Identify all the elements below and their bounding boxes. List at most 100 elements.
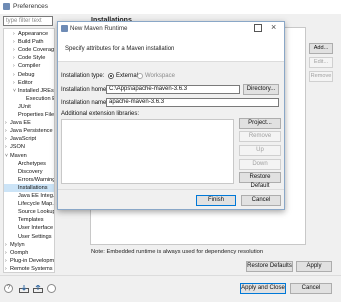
installation-home-label: Installation home: [61, 87, 109, 93]
filter-input[interactable]: type filter text [3, 16, 53, 26]
tree-item[interactable]: Installations [4, 183, 54, 192]
new-maven-runtime-dialog: New Maven Runtime × Specify attributes f… [57, 21, 285, 210]
tree-item-label: Compiler [18, 63, 41, 70]
close-icon[interactable]: × [271, 22, 276, 32]
extension-libraries-list[interactable] [61, 119, 234, 184]
tree-item[interactable]: Source Lookup [4, 208, 54, 216]
tree-item-label: Debug [18, 71, 35, 78]
edit-button[interactable]: Edit... [309, 57, 333, 68]
tree-item-label: Lifecycle Map. [18, 201, 54, 208]
tree-item[interactable]: Archetypes [4, 160, 54, 168]
dialog-separator [58, 189, 284, 190]
maximize-icon[interactable] [254, 24, 262, 32]
dialog-cancel-button[interactable]: Cancel [241, 195, 281, 206]
tree-item-label: Errors/Warnings [18, 176, 55, 183]
dialog-description: Specify attributes for a Maven installat… [65, 46, 175, 52]
tree-item-label: Appearance [18, 31, 49, 37]
apply-button[interactable]: Apply [296, 261, 332, 272]
tree-item-label: Source Lookup [18, 209, 55, 216]
tree-item[interactable]: › Oomph [4, 249, 54, 257]
preferences-tree[interactable]: › Appearance › Build Path › Code Coverage › Cod… [3, 28, 55, 273]
embedded-runtime-note: Note: Embedded runtime is always used fo… [91, 249, 264, 255]
project-button[interactable]: Project... [239, 118, 281, 129]
up-button[interactable]: Up [239, 145, 281, 156]
directory-button[interactable]: Directory... [243, 84, 279, 95]
dialog-description-area: Specify attributes for a Maven installat… [58, 36, 284, 62]
restore-default-button[interactable]: Restore Default [239, 172, 281, 189]
tree-item[interactable]: › JavaScript [4, 135, 54, 143]
workspace-radio[interactable] [137, 73, 143, 79]
tree-item[interactable]: › Mylyn [4, 241, 54, 249]
tree-item-label: JavaScript [10, 136, 37, 143]
tree-item-label: Build Path [18, 39, 44, 46]
tree-item[interactable]: › Remote Systems [4, 265, 54, 272]
tree-item-label: User Interface [18, 225, 54, 232]
installation-type-label: Installation type: [61, 73, 105, 79]
tree-item[interactable]: › Code Coverage [4, 46, 54, 54]
tree-item[interactable]: JUnit [4, 103, 54, 111]
footer-cancel-button[interactable]: Cancel [290, 283, 332, 294]
installation-name-field[interactable]: apache-maven-3.6.3 [106, 98, 279, 107]
tree-item-label: Plug-in Development [10, 257, 55, 264]
tree-item-label: Remote Systems [10, 265, 53, 272]
bottom-bar: ? Apply and Close Cancel [0, 275, 341, 302]
extension-libraries-label: Additional extension libraries: [61, 111, 140, 117]
tree-item-label: User Settings [18, 233, 52, 240]
tree-item-label: Discovery [18, 168, 43, 175]
workspace-label: Workspace [145, 73, 175, 79]
installation-name-label: Installation name: [61, 100, 109, 106]
tree-item-label: Java Persistence [10, 128, 53, 135]
tree-item[interactable]: › Java EE [4, 119, 54, 127]
tree-item-label: Execution Env [26, 95, 54, 102]
external-radio[interactable] [108, 73, 114, 79]
tree-item[interactable]: › Java Persistence [4, 127, 54, 135]
dialog-app-icon [61, 25, 68, 32]
apply-and-close-button[interactable]: Apply and Close [240, 283, 286, 294]
tree-item[interactable]: Templates [4, 216, 54, 224]
tree-item[interactable]: Execution Env [4, 95, 54, 103]
tree-item[interactable]: › JSON [4, 143, 54, 151]
tree-item[interactable]: ›Plug-in Development [4, 257, 54, 265]
tree-item-label: JUnit [18, 103, 31, 110]
preferences-app-icon [3, 3, 10, 10]
tree-item[interactable]: ˅ Maven [4, 152, 54, 160]
tree-item-label: Templates [18, 217, 44, 224]
tree-item[interactable]: Properties Files [4, 111, 54, 119]
tree-item[interactable]: ˅ Installed JREs [4, 87, 54, 95]
library-remove-button[interactable]: Remove [239, 131, 281, 142]
dialog-title-bar: New Maven Runtime × [58, 22, 284, 36]
tree-item[interactable]: › Debug [4, 71, 54, 79]
tree-item[interactable]: › Build Path [4, 38, 54, 46]
tree-item-label: Code Coverage [18, 47, 55, 54]
dialog-title: New Maven Runtime [70, 25, 128, 32]
add-button[interactable]: Add... [309, 43, 333, 54]
tree-item[interactable]: › Editor [4, 79, 54, 87]
restore-defaults-button[interactable]: Restore Defaults [246, 261, 293, 272]
tree-item-label: Java EE Integ. [18, 193, 55, 199]
tree-item[interactable]: User Settings [4, 233, 54, 241]
tree-item-label: Java EE [10, 120, 31, 127]
remove-button[interactable]: Remove [309, 71, 333, 82]
tree-item[interactable]: Lifecycle Map. [4, 200, 54, 208]
window-title: Preferences [13, 3, 49, 10]
tree-item-label: Oomph [10, 249, 29, 256]
import-icon[interactable] [19, 285, 29, 293]
tree-item[interactable]: › Code Style [4, 54, 54, 62]
finish-button[interactable]: Finish [196, 195, 236, 206]
tree-item-label: JSON [10, 144, 25, 151]
tree-item[interactable]: › Compiler [4, 62, 54, 70]
export-icon[interactable] [33, 284, 43, 293]
tree-item-label: Mylyn [10, 241, 25, 248]
tree-item-label: Archetypes [18, 160, 46, 167]
tree-item[interactable]: › Appearance [4, 30, 54, 38]
installation-home-field[interactable]: C:\Apps\apache-maven-3.6.3 [106, 85, 240, 94]
tree-item[interactable]: Discovery [4, 168, 54, 176]
tree-item[interactable]: Java EE Integ. [4, 192, 54, 200]
tree-item-label: Installations [18, 184, 48, 191]
oomph-sync-icon[interactable] [47, 284, 56, 293]
down-button[interactable]: Down [239, 159, 281, 170]
tree-item[interactable]: User Interface [4, 224, 54, 232]
help-icon[interactable]: ? [4, 284, 13, 293]
tree-item-label: Properties Files [18, 112, 55, 118]
tree-item[interactable]: Errors/Warnings [4, 176, 54, 184]
